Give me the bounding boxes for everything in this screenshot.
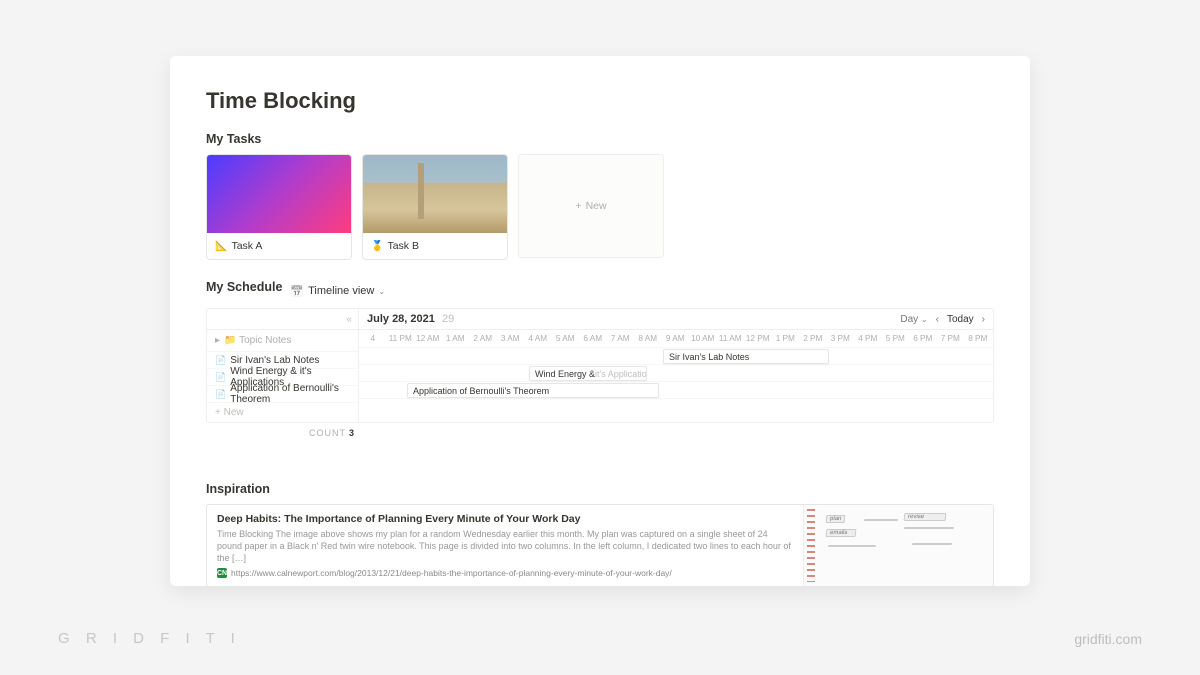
favicon-icon: CN bbox=[217, 568, 227, 578]
view-name: Timeline view bbox=[308, 285, 374, 297]
inspiration-section: Inspiration Deep Habits: The Importance … bbox=[206, 482, 994, 587]
brand-wordmark: G R I D F I T I bbox=[58, 630, 241, 647]
timeline: « July 28, 2021 29 Day ⌄ ‹ Today › bbox=[206, 308, 994, 423]
scale-selector[interactable]: Day ⌄ bbox=[900, 314, 927, 325]
document-icon: 📄 bbox=[215, 355, 226, 366]
view-switcher[interactable]: 📅 Timeline view ⌄ bbox=[290, 285, 385, 298]
inspiration-heading: Inspiration bbox=[206, 482, 994, 496]
tasks-heading: My Tasks bbox=[206, 132, 994, 146]
count-footer: COUNT3 bbox=[206, 423, 358, 438]
prev-button[interactable]: ‹ bbox=[936, 314, 939, 325]
timeline-canvas[interactable]: 411 PM12 AM1 AM2 AM3 AM4 AM5 AM6 AM7 AM8… bbox=[359, 330, 993, 422]
chevron-down-icon: ⌄ bbox=[378, 287, 385, 296]
chevron-double-left-icon: « bbox=[346, 314, 352, 325]
schedule-section: My Schedule 📅 Timeline view ⌄ « July 28,… bbox=[206, 280, 994, 438]
task-card-b[interactable]: 🥇 Task B bbox=[362, 154, 508, 260]
bookmark-description: Time Blocking The image above shows my p… bbox=[217, 528, 793, 564]
task-label: 🥇 Task B bbox=[363, 233, 507, 259]
bookmark-text: Deep Habits: The Importance of Planning … bbox=[207, 505, 803, 586]
schedule-heading: My Schedule bbox=[206, 280, 282, 294]
timeline-row[interactable]: Sir Ivan's Lab Notes bbox=[359, 348, 993, 365]
timeline-row[interactable]: Wind Energy & it's Applications bbox=[359, 365, 993, 382]
task-card-a[interactable]: 📐 Task A bbox=[206, 154, 352, 260]
today-button[interactable]: Today bbox=[947, 314, 974, 325]
document-icon: 📄 bbox=[215, 389, 226, 400]
timeline-date: July 28, 2021 29 bbox=[367, 313, 454, 325]
new-row-button[interactable]: + New bbox=[207, 403, 358, 422]
task-cover bbox=[207, 155, 351, 233]
spiral-binding-icon bbox=[807, 509, 815, 582]
collapse-sidebar-button[interactable]: « bbox=[207, 309, 359, 329]
new-task-button[interactable]: + + New New bbox=[518, 154, 664, 258]
tasks-section: My Tasks 📐 Task A 🥇 Task B + + New New bbox=[206, 132, 994, 260]
bookmark-url: CN https://www.calnewport.com/blog/2013/… bbox=[217, 568, 793, 578]
timeline-block[interactable]: Application of Bernoulli's Theorem bbox=[407, 383, 659, 398]
toggle-icon: ▸ bbox=[215, 335, 220, 346]
timeline-sidebar: ▸ 📁 Topic Notes 📄 Sir Ivan's Lab Notes 📄… bbox=[207, 330, 359, 422]
chevron-down-icon: ⌄ bbox=[921, 315, 928, 324]
document-icon: 📄 bbox=[215, 372, 226, 383]
timeline-row[interactable]: Application of Bernoulli's Theorem bbox=[359, 382, 993, 399]
brand-url: gridfiti.com bbox=[1074, 631, 1142, 647]
list-item[interactable]: 📄 Application of Bernoulli's Theorem bbox=[207, 386, 358, 403]
notion-page: Time Blocking My Tasks 📐 Task A 🥇 Task B… bbox=[170, 56, 1030, 586]
task-name: Task B bbox=[387, 240, 419, 252]
tasks-gallery: 📐 Task A 🥇 Task B + + New New bbox=[206, 154, 994, 260]
timeline-block[interactable]: Sir Ivan's Lab Notes bbox=[663, 349, 829, 364]
group-header[interactable]: ▸ 📁 Topic Notes bbox=[207, 330, 358, 352]
next-button[interactable]: › bbox=[982, 314, 985, 325]
hour-ruler: 411 PM12 AM1 AM2 AM3 AM4 AM5 AM6 AM7 AM8… bbox=[359, 330, 993, 348]
task-cover bbox=[363, 155, 507, 233]
triangle-ruler-icon: 📐 bbox=[215, 241, 227, 252]
medal-icon: 🥇 bbox=[371, 241, 383, 252]
plus-icon: + bbox=[575, 200, 581, 212]
timeline-block[interactable]: Wind Energy & it's Applications bbox=[529, 366, 647, 381]
timeline-row-empty bbox=[359, 399, 993, 416]
page-title: Time Blocking bbox=[206, 88, 994, 114]
calendar-icon: 📅 bbox=[290, 285, 304, 298]
task-name: Task A bbox=[231, 240, 262, 252]
bookmark-title: Deep Habits: The Importance of Planning … bbox=[217, 513, 793, 525]
task-label: 📐 Task A bbox=[207, 233, 351, 259]
bookmark-card[interactable]: Deep Habits: The Importance of Planning … bbox=[206, 504, 994, 587]
bookmark-thumbnail: plan emails revise bbox=[803, 505, 993, 586]
